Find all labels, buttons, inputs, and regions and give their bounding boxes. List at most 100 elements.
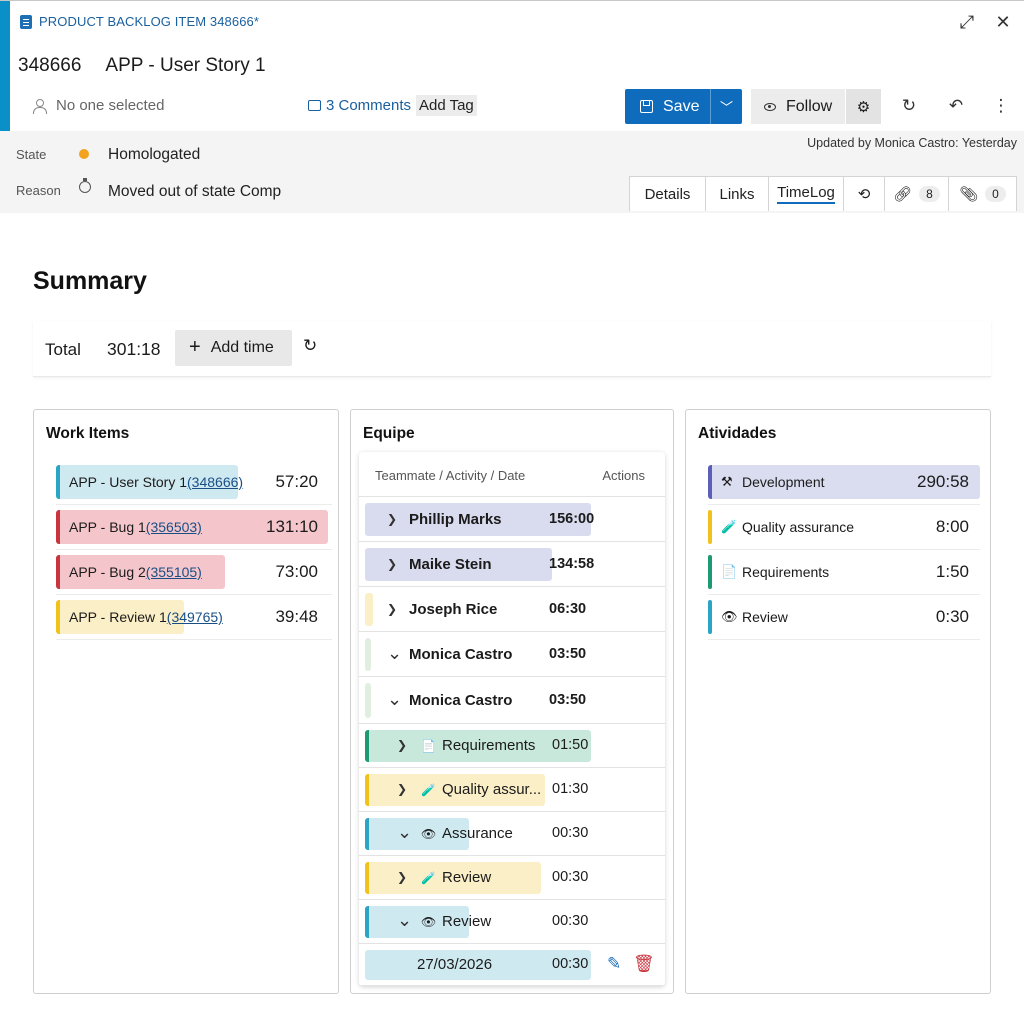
activity-label: Requirements	[742, 564, 830, 580]
work-item-title[interactable]: APP - User Story 1	[105, 55, 265, 77]
state-value[interactable]: Homologated	[108, 146, 200, 164]
time-entry-row[interactable]: 27/03/2026 00:30 ✎ 🗑︎	[359, 944, 665, 986]
close-icon[interactable]: ✕	[992, 11, 1014, 33]
follow-label: Follow	[786, 97, 833, 115]
history-icon[interactable]: ⟲	[844, 177, 885, 211]
chevron-right-icon[interactable]: ❯	[397, 738, 407, 752]
row-time-bar	[365, 683, 371, 718]
work-item-name: APP - Bug 2	[69, 564, 146, 580]
eye-icon: 👁	[421, 915, 437, 929]
document-icon: 📄	[421, 739, 436, 753]
state-status-dot	[79, 149, 89, 159]
work-item-pill[interactable]: APP - Bug 2 (355105)	[56, 555, 225, 589]
chevron-right-icon[interactable]: ❯	[397, 870, 407, 884]
chevron-right-icon[interactable]: ❯	[397, 782, 407, 796]
activity-summary-row[interactable]: ⚒ Development 290:58	[708, 460, 980, 505]
work-item-id-link[interactable]: (349765)	[167, 609, 223, 625]
activity-name: Assurance	[442, 825, 513, 842]
tab-links-count[interactable]: 🔗︎ 8	[885, 177, 949, 211]
activity-summary-row[interactable]: 📄 Requirements 1:50	[708, 550, 980, 595]
teammate-name: Joseph Rice	[409, 601, 498, 618]
teammate-time: 06:30	[549, 601, 587, 617]
work-item-title-row[interactable]: 348666 APP - User Story 1	[18, 55, 266, 77]
teammate-name: Maike Stein	[409, 556, 492, 573]
teammate-time: 03:50	[549, 646, 587, 662]
activity-name: Review	[442, 913, 492, 930]
add-time-button[interactable]: + Add time	[175, 330, 292, 366]
chevron-right-icon[interactable]: ❯	[387, 557, 397, 571]
activity-total-time: 0:30	[935, 607, 969, 626]
state-reason-section: State Homologated Reason Moved out of st…	[0, 131, 1024, 213]
links-count-badge: 8	[919, 186, 940, 202]
work-item-pill[interactable]: APP - User Story 1 (348666)	[56, 465, 243, 499]
chevron-right-icon[interactable]: ❯	[387, 512, 397, 526]
activity-total-time: 8:00	[935, 517, 969, 536]
save-button[interactable]: Save ﹀	[625, 89, 742, 124]
work-item-type-label: PRODUCT BACKLOG ITEM 348666*	[39, 14, 260, 29]
teammate-row[interactable]: ❯ Maike Stein 134:58	[359, 542, 665, 587]
activity-row[interactable]: ❯ 📄 Requirements 01:50	[359, 724, 665, 768]
work-item-row: APP - User Story 1 (348666) 57:20	[56, 460, 332, 505]
save-label: Save	[663, 97, 700, 115]
work-item-row: APP - Review 1 (349765) 39:48	[56, 595, 332, 640]
refresh-icon[interactable]: ↻	[898, 95, 920, 117]
work-item-id-link[interactable]: (355105)	[146, 564, 202, 580]
activity-time-bar	[708, 510, 712, 544]
comments-link[interactable]: 3 Comments	[308, 97, 411, 114]
gear-icon[interactable]: ⚙	[846, 89, 881, 124]
person-icon	[32, 98, 47, 114]
more-actions-icon[interactable]: ⋮	[990, 95, 1012, 117]
updated-by-text[interactable]: Updated by Monica Castro: Yesterday	[807, 136, 1017, 150]
assignee-picker[interactable]: No one selected	[32, 97, 164, 114]
team-table: Teammate / Activity / Date Actions ❯ Phil…	[359, 452, 665, 986]
chevron-down-icon[interactable]: ⌄	[387, 643, 402, 664]
test-tube-icon: 🧪	[421, 783, 436, 797]
undo-icon[interactable]: ↶	[945, 95, 967, 117]
tab-links[interactable]: Links	[706, 177, 769, 211]
activity-row[interactable]: ⌄ 👁 Review 00:30	[359, 900, 665, 944]
trash-icon[interactable]: 🗑︎	[633, 954, 655, 974]
chevron-down-icon[interactable]: ⌄	[387, 689, 402, 710]
teammate-row[interactable]: ❯ Phillip Marks 156:00	[359, 497, 665, 542]
hammer-icon: ⚒	[721, 474, 733, 489]
teammate-row[interactable]: ⌄ Monica Castro 03:50	[359, 632, 665, 677]
plus-icon: +	[189, 336, 201, 358]
test-tube-icon: 🧪	[421, 871, 436, 885]
work-item-id-link[interactable]: (356503)	[146, 519, 202, 535]
reason-label: Reason	[16, 183, 61, 198]
work-items-title: Work Items	[46, 425, 130, 442]
tab-attachments[interactable]: 📎︎ 0	[949, 177, 1016, 211]
activity-summary-row[interactable]: 🧪 Quality assurance 8:00	[708, 505, 980, 550]
pencil-icon[interactable]: ✎	[607, 954, 621, 974]
teammate-row[interactable]: ⌄ Monica Castro 03:50	[359, 677, 665, 724]
work-item-pill[interactable]: APP - Review 1 (349765)	[56, 600, 223, 634]
activity-row[interactable]: ⌄ 👁 Assurance 00:30	[359, 812, 665, 856]
work-item-id-link[interactable]: (348666)	[187, 474, 243, 490]
work-item-name: APP - Review 1	[69, 609, 167, 625]
tab-timelog[interactable]: TimeLog	[769, 177, 844, 211]
reason-value[interactable]: Moved out of state Comp	[108, 183, 281, 201]
reason-icon	[79, 178, 91, 193]
expand-icon[interactable]: ⤢	[956, 11, 978, 33]
refresh-icon[interactable]: ↻	[303, 336, 317, 356]
add-tag-button[interactable]: Add Tag	[416, 95, 477, 116]
work-item-time: 131:10	[266, 517, 318, 536]
attachments-count-badge: 0	[985, 186, 1006, 202]
tab-details[interactable]: Details	[630, 177, 706, 211]
follow-button[interactable]: Follow	[751, 89, 845, 124]
assignee-label: No one selected	[56, 97, 165, 114]
activity-summary-row[interactable]: 👁 Review 0:30	[708, 595, 980, 640]
activity-row[interactable]: ❯ 🧪 Quality assur... 01:30	[359, 768, 665, 812]
summary-title: Summary	[33, 267, 147, 295]
work-item-time: 57:20	[275, 472, 318, 491]
activity-row[interactable]: ❯ 🧪 Review 00:30	[359, 856, 665, 900]
save-icon	[640, 100, 653, 113]
time-entry-time: 00:30	[552, 956, 589, 972]
work-items-panel: Work Items APP - User Story 1 (348666) 57:…	[33, 409, 339, 994]
chevron-down-icon[interactable]: ⌄	[397, 910, 412, 931]
save-options-chevron-down-icon[interactable]: ﹀	[710, 89, 742, 124]
chevron-down-icon[interactable]: ⌄	[397, 822, 412, 843]
activity-label: Quality assurance	[742, 519, 855, 535]
teammate-row[interactable]: ❯ Joseph Rice 06:30	[359, 587, 665, 632]
chevron-right-icon[interactable]: ❯	[387, 602, 397, 616]
